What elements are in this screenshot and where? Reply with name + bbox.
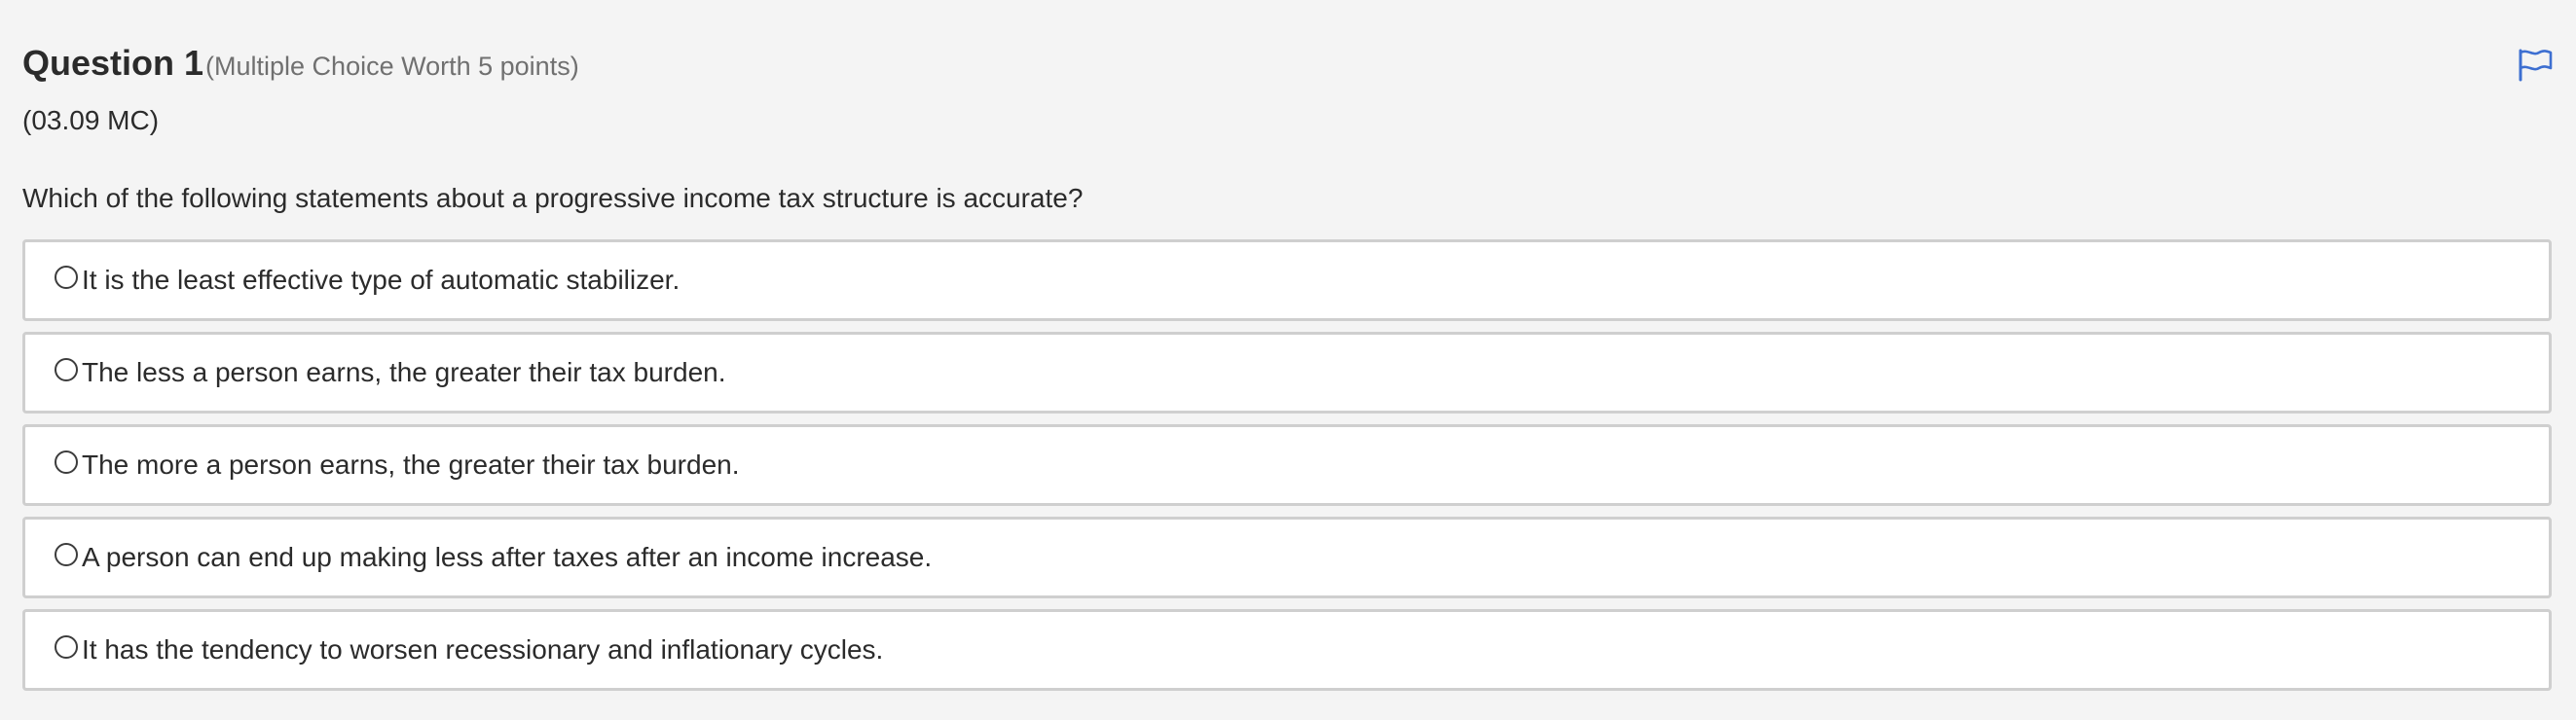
answer-option-3[interactable]: The more a person earns, the greater the… xyxy=(22,424,2552,506)
radio-button[interactable] xyxy=(55,543,78,566)
answer-option-label: It is the least effective type of automa… xyxy=(82,265,681,295)
answer-option-1[interactable]: It is the least effective type of automa… xyxy=(22,239,2552,321)
radio-button[interactable] xyxy=(55,266,78,289)
question-title: Question 1 xyxy=(22,43,204,83)
radio-button[interactable] xyxy=(55,358,78,381)
answer-option-5[interactable]: It has the tendency to worsen recessiona… xyxy=(22,609,2552,691)
flag-icon[interactable] xyxy=(2518,49,2553,82)
answer-option-label: The less a person earns, the greater the… xyxy=(82,357,726,387)
question-prompt: Which of the following statements about … xyxy=(22,183,1084,213)
radio-button[interactable] xyxy=(55,450,78,474)
answer-options: It is the least effective type of automa… xyxy=(22,239,2552,702)
answer-option-2[interactable]: The less a person earns, the greater the… xyxy=(22,332,2552,414)
answer-option-label: The more a person earns, the greater the… xyxy=(82,450,740,480)
radio-button[interactable] xyxy=(55,635,78,659)
question-code: (03.09 MC) xyxy=(22,105,160,135)
question-meta: (Multiple Choice Worth 5 points) xyxy=(205,52,579,81)
answer-option-label: It has the tendency to worsen recessiona… xyxy=(82,634,884,665)
answer-option-4[interactable]: A person can end up making less after ta… xyxy=(22,517,2552,598)
answer-option-label: A person can end up making less after ta… xyxy=(82,542,933,572)
question-header: Question 1 (Multiple Choice Worth 5 poin… xyxy=(22,43,579,84)
